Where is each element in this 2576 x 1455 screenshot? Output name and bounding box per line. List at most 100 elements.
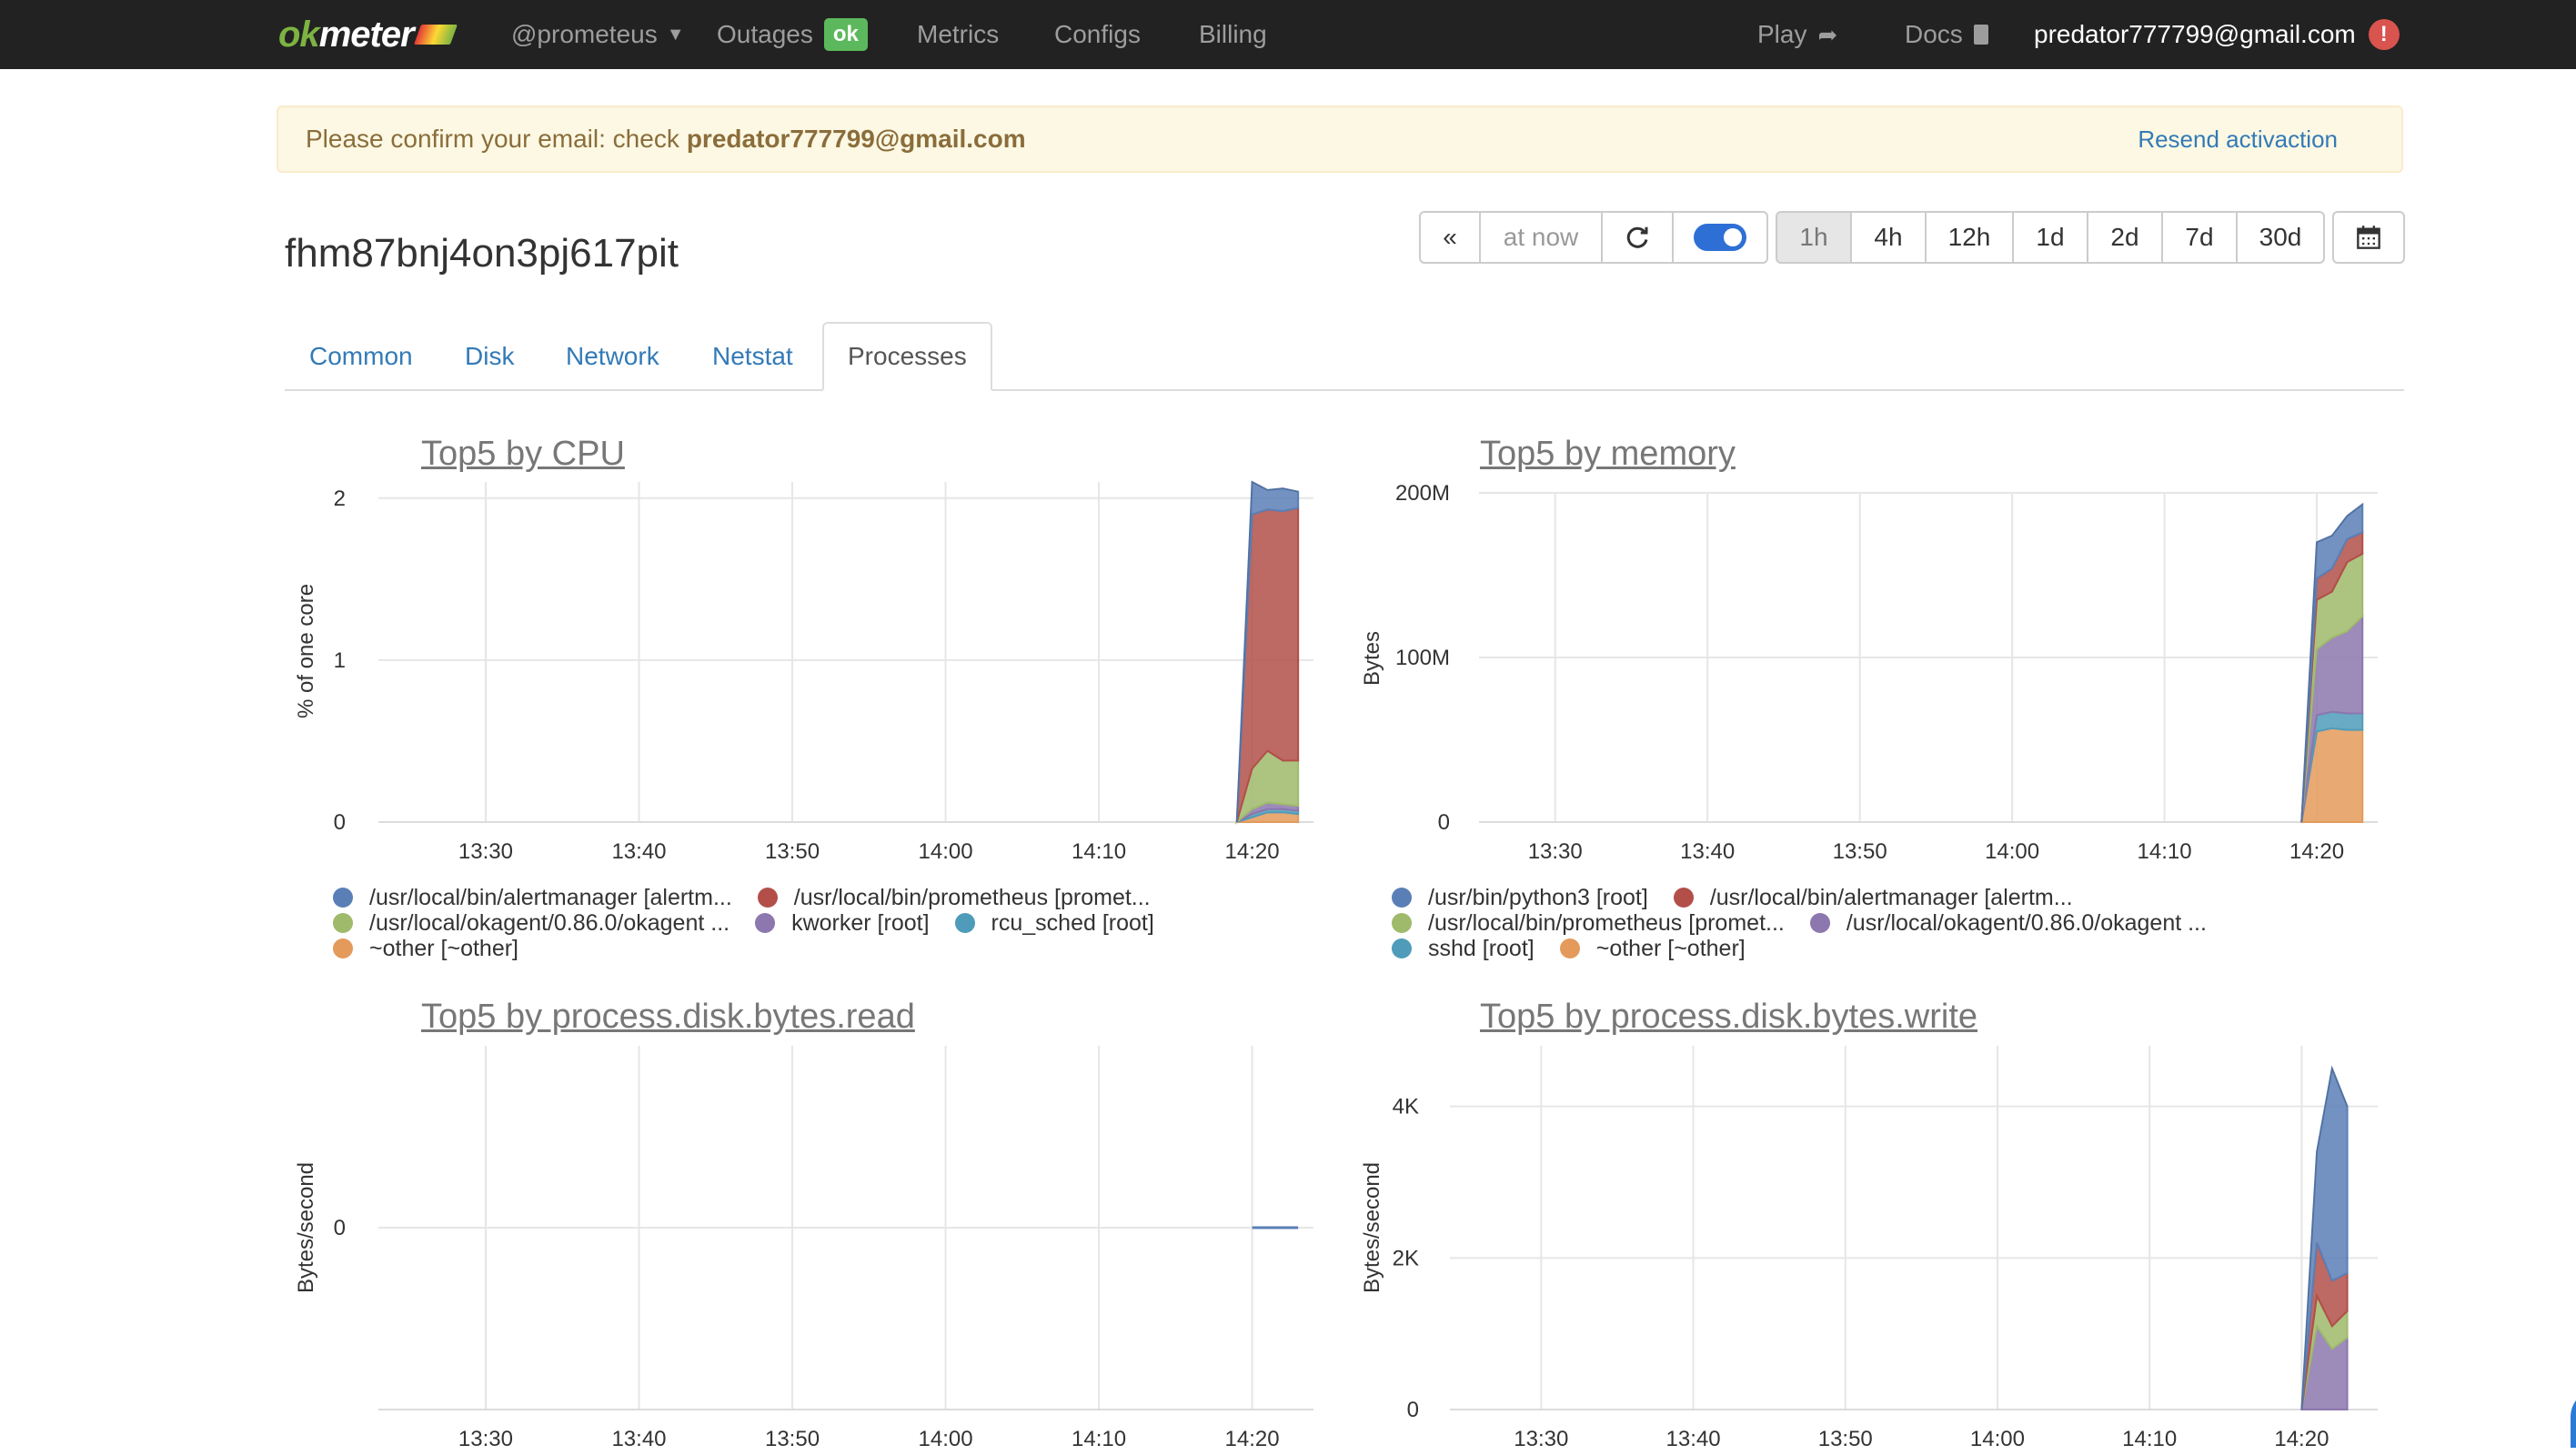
y-tick-label: 2K (1393, 1246, 1419, 1270)
y-tick-label: 1 (334, 648, 346, 673)
okmeter-logo[interactable]: ok meter (278, 0, 458, 69)
confirm-message: Please confirm your email: check (306, 125, 679, 153)
legend-item[interactable]: rcu_sched [root] (954, 909, 1154, 937)
legend-swatch (1392, 913, 1412, 933)
x-tick-label: 13:50 (1833, 839, 1887, 864)
y-axis-label: Bytes (1360, 631, 1384, 686)
legend-swatch (755, 913, 776, 933)
legend-item[interactable]: /usr/local/okagent/0.86.0/okagent ... (1809, 910, 2207, 937)
tab-processes[interactable]: Processes (822, 322, 992, 391)
legend-swatch (1673, 888, 1694, 908)
live-toggle-switch[interactable] (1694, 224, 1746, 251)
range-7d-button[interactable]: 7d (2161, 211, 2238, 264)
x-tick-label: 14:20 (2289, 839, 2344, 864)
legend-label: ~other [~other] (369, 935, 519, 961)
legend-item[interactable]: /usr/local/okagent/0.86.0/okagent ... (333, 910, 730, 937)
legend-label: kworker [root] (791, 909, 930, 936)
cpu-chart-legend: /usr/local/bin/alertmanager [alertm.../u… (333, 885, 1180, 961)
x-tick-label: 14:00 (1985, 839, 2039, 864)
chart-title-disk-write[interactable]: Top5 by process.disk.bytes.write (1480, 998, 1977, 1037)
x-tick-label: 13:50 (765, 839, 820, 864)
range-2d-button[interactable]: 2d (2087, 211, 2163, 264)
range-1h-button[interactable]: 1h (1776, 211, 1852, 264)
legend-row: /usr/local/bin/alertmanager [alertm... /u… (333, 885, 1180, 910)
tab-common[interactable]: Common (309, 322, 413, 391)
x-tick-label: 14:10 (1072, 839, 1126, 864)
resend-activation-link[interactable]: Resend activaction (2138, 125, 2338, 154)
book-icon (1973, 25, 1988, 45)
legend-item[interactable]: /usr/local/bin/prometheus [promet... (1392, 910, 1785, 937)
x-tick-label: 13:40 (1680, 839, 1735, 864)
nav-docs-label: Docs (1905, 20, 1963, 48)
confirm-email: predator777799@gmail.com (686, 125, 1026, 153)
legend-item[interactable]: /usr/local/bin/alertmanager [alertm... (1673, 884, 2073, 911)
range-12h-button[interactable]: 12h (1925, 211, 2014, 264)
user-menu[interactable]: predator777799@gmail.com ! (2034, 0, 2400, 69)
chart-title-disk-read[interactable]: Top5 by process.disk.bytes.read (421, 998, 915, 1037)
x-tick-label: 14:20 (1225, 839, 1280, 864)
logo-flag-icon (413, 25, 458, 45)
refresh-button[interactable] (1601, 211, 1674, 264)
y-tick-label: 0 (1438, 810, 1450, 835)
range-30d-button[interactable]: 30d (2236, 211, 2325, 264)
legend-item[interactable]: /usr/local/bin/prometheus [promet... (757, 885, 1151, 911)
legend-item[interactable]: sshd [root] (1392, 936, 1535, 962)
logo-ok-text: ok (278, 14, 320, 55)
outages-status-badge: ok (823, 18, 868, 51)
live-toggle-button[interactable] (1672, 211, 1768, 264)
y-tick-label: 200M (1395, 481, 1450, 506)
page-title: fhm87bnj4on3pj617pit (285, 231, 679, 276)
legend-row: sshd [root] ~other [~other] (1392, 936, 2232, 961)
x-tick-label: 13:30 (1528, 839, 1583, 864)
nav-play-label: Play (1757, 20, 1807, 48)
legend-label: /usr/local/bin/alertmanager [alertm... (1709, 884, 2073, 910)
nav-metrics[interactable]: Metrics (917, 0, 999, 69)
nav-configs[interactable]: Configs (1054, 0, 1141, 69)
top-navbar: ok meter @prometeus ▼ Outages ok Metrics … (0, 0, 2576, 69)
legend-swatch (954, 913, 975, 933)
legend-label: /usr/bin/python3 [root] (1428, 884, 1648, 910)
alert-icon[interactable]: ! (2368, 19, 2400, 50)
y-tick-label: 0 (1407, 1398, 1419, 1422)
nav-outages-label: Outages (717, 20, 813, 48)
legend-label: /usr/local/bin/prometheus [promet... (1428, 909, 1785, 936)
range-4h-button[interactable]: 4h (1850, 211, 1927, 264)
nav-docs[interactable]: Docs (1905, 0, 1988, 69)
legend-item[interactable]: kworker [root] (755, 909, 930, 937)
at-now-button[interactable]: at now (1479, 211, 1603, 264)
legend-item[interactable]: /usr/bin/python3 [root] (1392, 885, 1648, 911)
legend-row: ~other [~other] (333, 936, 1180, 961)
nav-outages[interactable]: Outages ok (717, 0, 868, 69)
chart-title-cpu[interactable]: Top5 by CPU (421, 435, 625, 474)
nav-play[interactable]: Play ➦ (1757, 0, 1837, 69)
calendar-icon (2357, 226, 2380, 249)
tab-network[interactable]: Network (566, 322, 659, 391)
legend-item[interactable]: /usr/local/bin/alertmanager [alertm... (333, 885, 732, 911)
legend-item[interactable]: ~other [~other] (1559, 936, 1746, 962)
legend-row: /usr/bin/python3 [root] /usr/local/bin/al… (1392, 885, 2232, 910)
x-tick-label: 13:30 (458, 839, 513, 864)
y-tick-label: 100M (1395, 646, 1450, 670)
user-email: predator777799@gmail.com (2034, 20, 2356, 48)
legend-swatch (1809, 913, 1830, 933)
time-back-button[interactable]: « (1419, 211, 1481, 264)
tab-netstat[interactable]: Netstat (712, 322, 793, 391)
nav-billing[interactable]: Billing (1199, 0, 1267, 69)
legend-item[interactable]: ~other [~other] (333, 936, 518, 962)
disk-write-chart: 13:30 13:40 13:50 14:00 14:10 14:2002K4KBytes… (1360, 1046, 2378, 1451)
y-tick-label: 0 (334, 810, 346, 835)
x-tick-label: 13:40 (611, 839, 666, 864)
caret-down-icon: ▼ (666, 24, 685, 45)
chart-title-memory[interactable]: Top5 by memory (1480, 435, 1736, 474)
legend-swatch (333, 913, 353, 933)
chat-widget-button[interactable] (2571, 1390, 2576, 1448)
project-dropdown[interactable]: @prometeus ▼ (511, 0, 685, 69)
range-1d-button[interactable]: 1d (2012, 211, 2088, 264)
legend-label: rcu_sched [root] (991, 909, 1154, 936)
calendar-button[interactable] (2332, 211, 2405, 264)
legend-row: /usr/local/bin/prometheus [promet... /usr… (1392, 910, 2232, 936)
logo-meter-text: meter (318, 14, 415, 55)
tab-disk[interactable]: Disk (465, 322, 514, 391)
y-axis-label: % of one core (294, 584, 318, 718)
refresh-icon (1626, 226, 1648, 248)
